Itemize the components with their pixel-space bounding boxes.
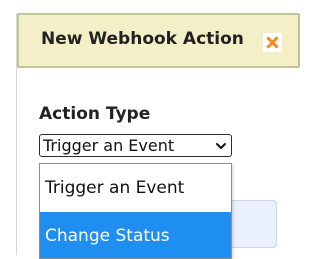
chevron-down-icon <box>216 143 226 149</box>
dropdown-option-trigger-an-event[interactable]: Trigger an Event <box>40 164 231 211</box>
dropdown-option-change-status[interactable]: Change Status <box>40 212 231 258</box>
action-type-label: Action Type <box>39 104 151 124</box>
action-type-selected-value: Trigger an Event <box>43 136 175 155</box>
action-type-select[interactable]: Trigger an Event <box>39 134 232 157</box>
close-x-icon <box>266 36 279 49</box>
webhook-action-dialog: New Webhook Action Action Type Trigger a… <box>16 13 300 259</box>
dialog-header: New Webhook Action <box>17 13 300 68</box>
action-type-dropdown-list: Trigger an Event Change Status <box>39 163 232 259</box>
dialog-title: New Webhook Action <box>41 29 244 49</box>
close-button[interactable] <box>263 33 282 52</box>
